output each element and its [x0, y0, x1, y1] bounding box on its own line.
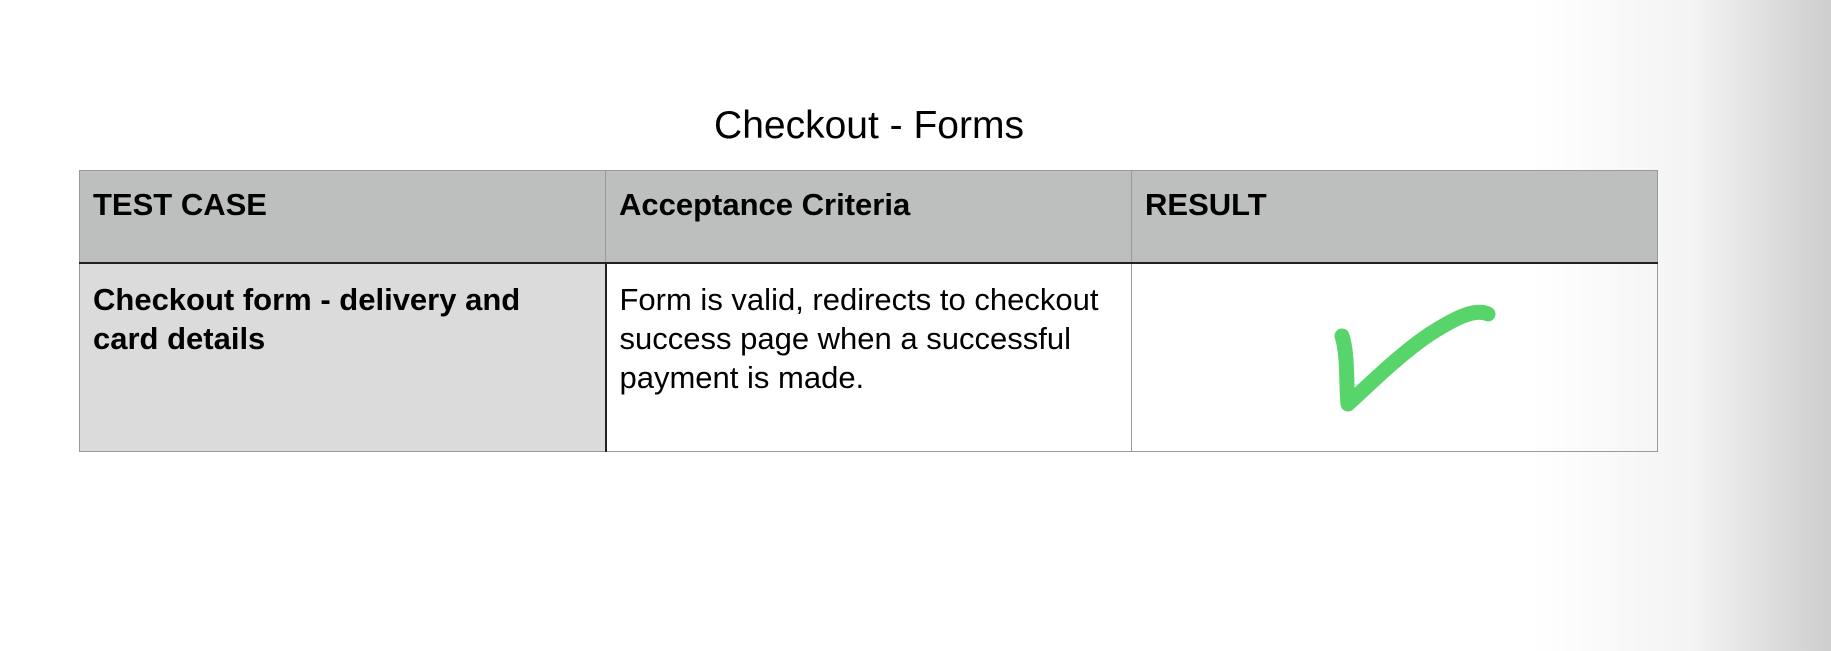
header-test-case: TEST CASE — [79, 170, 606, 264]
header-result: RESULT — [1131, 170, 1658, 264]
table-header-row: TEST CASE Acceptance Criteria RESULT — [79, 170, 1658, 264]
table-row: Checkout form - delivery and card detail… — [79, 262, 1658, 452]
header-acceptance-criteria: Acceptance Criteria — [605, 170, 1132, 264]
green-check-icon — [1334, 304, 1496, 412]
test-case-table: TEST CASE Acceptance Criteria RESULT Che… — [79, 170, 1658, 452]
document-title: Checkout - Forms — [714, 104, 1024, 147]
acceptance-criteria-cell: Form is valid, redirects to checkout suc… — [605, 262, 1132, 452]
result-cell — [1131, 262, 1658, 452]
test-case-cell: Checkout form - delivery and card detail… — [79, 262, 607, 452]
